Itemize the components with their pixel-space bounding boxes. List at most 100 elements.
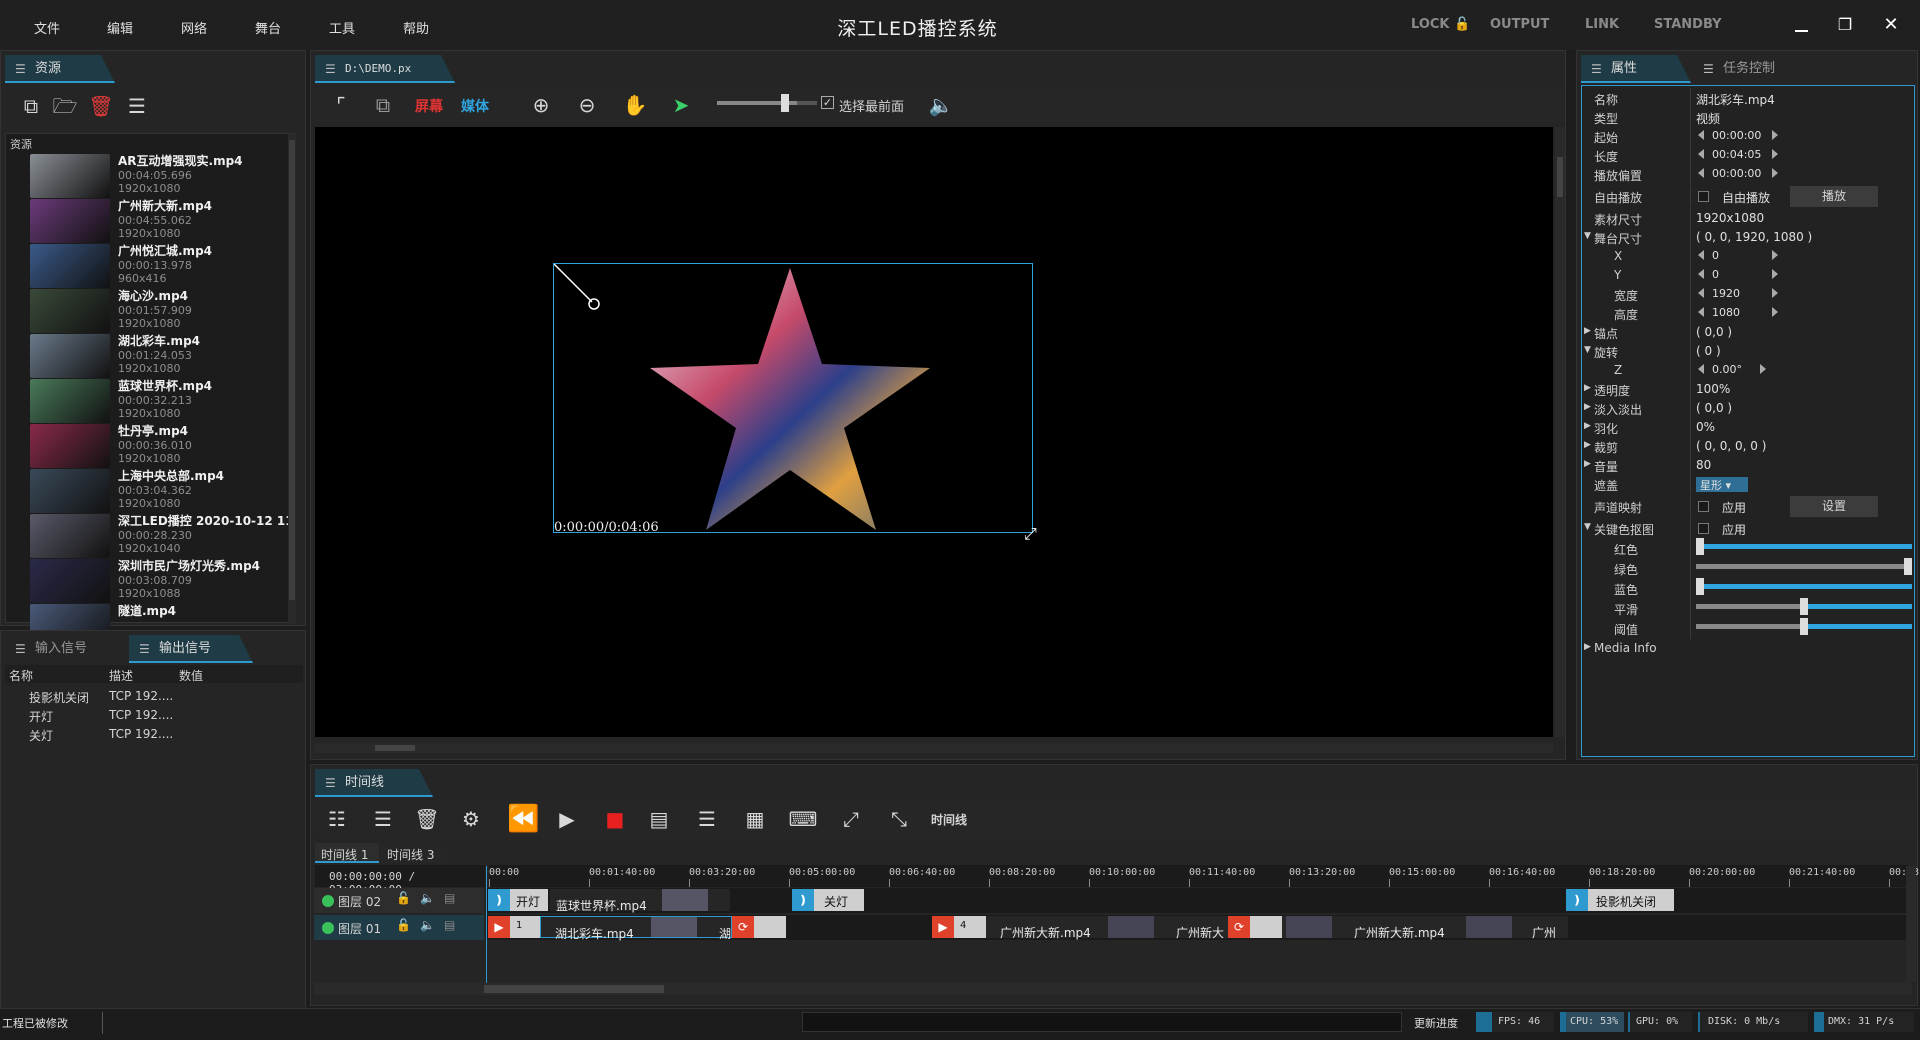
property-row[interactable]: ▶ 羽化 0% [1580, 417, 1916, 438]
resource-item[interactable]: 深圳市民广场灯光秀.mp4 00:03:08.709 1920x1088 [30, 557, 292, 603]
decrement-icon[interactable] [1698, 130, 1704, 140]
stage-hscrollbar[interactable] [315, 743, 1553, 753]
timeline-vscrollbar[interactable] [1906, 866, 1916, 982]
slider-knob[interactable] [1904, 558, 1912, 575]
tab-task-control[interactable]: ☰ 任务控制 [1693, 55, 1823, 83]
property-row[interactable]: 类型 视频 [1580, 107, 1916, 128]
decrement-icon[interactable] [1698, 364, 1704, 374]
property-row[interactable]: ▶ 淡入淡出 ( 0,0 ) [1580, 398, 1916, 419]
expand-icon[interactable]: ▶ [1584, 326, 1591, 336]
resource-item[interactable]: 湖北彩车.mp4 00:01:24.053 1920x1080 [30, 332, 292, 378]
property-row[interactable]: 绿色 [1580, 558, 1916, 579]
slider-knob[interactable] [1800, 598, 1808, 615]
timeline-hscrollbar[interactable] [314, 983, 1912, 995]
clip-gz-1[interactable]: 广州新大新.mp4 广州新大 [986, 916, 1228, 940]
menu-list-icon[interactable]: ☰ [121, 91, 153, 121]
collapse-icon[interactable]: ▼ [1584, 231, 1591, 241]
rewind-icon[interactable]: ⏪ [507, 804, 539, 834]
decrement-icon[interactable] [1698, 307, 1704, 317]
property-row[interactable]: 起始 00:00:00 [1580, 126, 1916, 147]
tab-timeline-3[interactable]: 时间线 3 [381, 843, 445, 863]
property-row[interactable]: 平滑 [1580, 598, 1916, 619]
resource-item[interactable]: 海心沙.mp4 00:01:57.909 1920x1080 [30, 287, 292, 333]
track-menu-icon[interactable]: ☰ [367, 804, 399, 834]
lock-icon[interactable]: 🔓 [396, 918, 411, 932]
timeline-dropdown[interactable]: 时间线 [931, 811, 967, 828]
property-row[interactable]: 遮盖 星形 ▾ [1580, 474, 1916, 495]
increment-icon[interactable] [1772, 250, 1778, 260]
select-front-checkbox[interactable]: ✓ [821, 96, 834, 109]
property-row[interactable]: ▼ 舞台尺寸 ( 0, 0, 1920, 1080 ) [1580, 227, 1916, 248]
expand-icon[interactable]: ▶ [1584, 402, 1591, 412]
close-icon[interactable]: ✕ [1878, 12, 1904, 38]
property-row[interactable]: 素材尺寸 1920x1080 [1580, 208, 1916, 229]
resource-item[interactable]: 蓝球世界杯.mp4 00:00:32.213 1920x1080 [30, 377, 292, 423]
stage-canvas[interactable]: 0:00:00/0:04:06 ⤢ [315, 127, 1553, 737]
playhead[interactable] [486, 866, 487, 986]
collapse-icon[interactable]: ▼ [1584, 345, 1591, 355]
resource-item[interactable]: 广州新大新.mp4 00:04:55.062 1920x1080 [30, 197, 292, 243]
property-slider[interactable] [1696, 618, 1912, 635]
property-value[interactable]: 00:04:05 [1712, 148, 1761, 161]
expand-icon[interactable]: ▶ [1584, 459, 1591, 469]
hand-icon[interactable]: ✋ [619, 90, 651, 120]
property-row[interactable]: 声道映射 应用 设置 [1580, 496, 1916, 517]
minimize-icon[interactable] [1788, 12, 1814, 38]
increment-icon[interactable] [1772, 307, 1778, 317]
decrement-icon[interactable] [1698, 168, 1704, 178]
property-row[interactable]: 宽度 1920 [1580, 284, 1916, 305]
volume-icon[interactable]: 🔈 [420, 891, 435, 905]
expand-icon[interactable]: ⤢ [835, 804, 867, 834]
clip-basketball[interactable]: 蓝球世界杯.mp4 [550, 889, 730, 913]
property-button[interactable]: 设置 [1790, 496, 1878, 517]
tab-timeline-1[interactable]: 时间线 1 [315, 843, 379, 863]
tab-timeline[interactable]: ☰ 时间线 [315, 769, 433, 797]
select-arrow-icon[interactable]: ➤ [665, 90, 697, 120]
decrement-icon[interactable] [1698, 269, 1704, 279]
clip-marker-1[interactable]: ▶ 1 [488, 916, 540, 938]
layer-header-02[interactable]: 图层 02 🔓 🔈 ▤ [314, 888, 484, 913]
decrement-icon[interactable] [1698, 250, 1704, 260]
clip-hubei[interactable]: 湖北彩车.mp4 湖 [540, 916, 732, 941]
property-row[interactable]: 高度 1080 [1580, 303, 1916, 324]
clip-close-light[interactable]: ❫ 关灯 [792, 889, 864, 911]
list-indent-icon[interactable]: ☰ [691, 804, 723, 834]
property-row[interactable]: 蓝色 [1580, 578, 1916, 599]
resource-item[interactable]: 牡丹亭.mp4 00:00:36.010 1920x1080 [30, 422, 292, 468]
expand-icon[interactable]: ▶ [1584, 440, 1591, 450]
increment-icon[interactable] [1772, 269, 1778, 279]
link-button[interactable]: LINK [1585, 17, 1619, 32]
property-slider[interactable] [1696, 578, 1912, 595]
property-row[interactable]: X0 [1580, 246, 1916, 267]
layer-visible-icon[interactable] [322, 895, 334, 907]
tab-input-signal[interactable]: ☰ 输入信号 [5, 635, 125, 663]
property-row[interactable]: 名称 湖北彩车.mp4 [1580, 88, 1916, 109]
import-file-icon[interactable]: ⧉ [15, 91, 47, 121]
property-row[interactable]: 播放偏置 00:00:00 [1580, 164, 1916, 185]
slider-knob[interactable] [1696, 578, 1704, 595]
increment-icon[interactable] [1772, 168, 1778, 178]
property-row[interactable]: 自由播放 自由播放 播放 [1580, 186, 1916, 207]
delete-icon[interactable]: 🗑 [85, 91, 117, 121]
property-row[interactable]: 红色 [1580, 538, 1916, 559]
add-track-icon[interactable]: ☷ [321, 804, 353, 834]
clip-loop-2[interactable]: ⟳ [1228, 916, 1282, 938]
shrink-icon[interactable]: ⤡ [883, 804, 915, 834]
zoom-slider[interactable] [717, 94, 817, 112]
standby-button[interactable]: STANDBY [1654, 17, 1722, 32]
expand-icon[interactable]: ▶ [1584, 421, 1591, 431]
tab-resources[interactable]: ☰ 资源 [5, 55, 115, 83]
crop-icon[interactable]: ⌜ [325, 90, 357, 120]
trash-icon[interactable]: 🗑 [411, 804, 443, 834]
property-row[interactable]: ▼ 旋转 ( 0 ) [1580, 341, 1916, 362]
zoom-in-icon[interactable]: ⊕ [525, 90, 557, 120]
layer-header-01[interactable]: 图层 01 🔓 🔈 ▤ [314, 915, 484, 940]
increment-icon[interactable] [1760, 364, 1766, 374]
slider-knob[interactable] [1800, 618, 1808, 635]
import-folder-icon[interactable]: 🗁 [49, 91, 81, 121]
clip-gz-2[interactable]: 广州新大新.mp4 广州 [1282, 916, 1568, 940]
play-icon[interactable]: ▶ [551, 804, 583, 834]
property-value[interactable]: 0 [1712, 249, 1719, 262]
property-row[interactable]: ▶ Media Info [1580, 638, 1916, 659]
property-slider[interactable] [1696, 538, 1912, 555]
